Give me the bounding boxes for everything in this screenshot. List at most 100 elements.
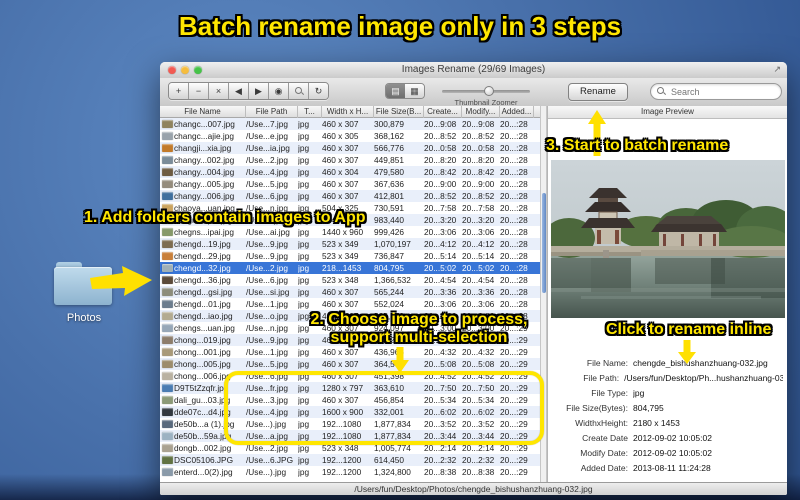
file-name-cell: enterd...0(2).jpg — [174, 467, 233, 477]
search-button[interactable] — [289, 83, 309, 99]
file-path-cell: /Use...9.jpg — [246, 335, 288, 345]
grid-view-button[interactable]: ▦ — [405, 84, 424, 98]
annotation-title: Batch rename image only in 3 steps — [178, 11, 622, 41]
preview-field[interactable]: File Type: jpg — [548, 386, 783, 401]
fullscreen-icon[interactable]: ↗ — [773, 64, 781, 75]
thumbnail-icon — [161, 324, 173, 332]
scrollbar-thumb[interactable] — [542, 193, 546, 293]
search-field[interactable] — [650, 83, 782, 100]
thumbnail-icon — [161, 240, 173, 248]
refresh-button[interactable]: ↻ — [309, 83, 328, 99]
column-header[interactable]: File Name — [160, 106, 246, 118]
modify-date-cell: 20...9:08 — [462, 119, 495, 129]
title-bar[interactable]: Images Rename (29/69 Images) ↗ — [160, 62, 787, 79]
next-button[interactable]: ▶ — [249, 83, 269, 99]
modify-date-cell: 20...5:08 — [462, 359, 495, 369]
column-header[interactable]: File Path — [246, 106, 298, 118]
table-row[interactable]: chengd...01.jpg/Use...1.jpg jpg 460 x 307 5… — [160, 298, 540, 310]
file-type-cell: jpg — [298, 251, 310, 261]
dimensions-cell: 460 x 307 — [322, 143, 359, 153]
table-row[interactable]: chengd...19.jpg/Use...9.jpg jpg 523 x 349 1… — [160, 238, 540, 250]
file-type-cell: jpg — [298, 143, 310, 153]
file-type-cell: jpg — [298, 239, 310, 249]
previous-button[interactable]: ◀ — [229, 83, 249, 99]
column-header[interactable]: Create... — [424, 106, 462, 118]
minimize-button[interactable] — [181, 66, 189, 74]
thumbnail-zoomer-slider[interactable] — [442, 86, 530, 96]
field-value: /Users/fun/Desktop/Ph...hushanzhuang-032… — [624, 373, 783, 383]
create-date-cell: 20...3:06 — [424, 299, 457, 309]
file-path-cell: /Use...o.jpg — [246, 311, 288, 321]
file-name-cell: chengd...gsi.jpg — [174, 287, 233, 297]
thumbnail-icon — [161, 132, 173, 140]
file-size-cell: 368,162 — [374, 131, 404, 141]
table-row[interactable]: enterd...0(2).jpg/Use...).jpg jpg 192...12… — [160, 466, 540, 478]
preview-field[interactable]: WidthxHeight: 2180 x 1453 — [548, 416, 783, 431]
table-row[interactable]: DSC05106.JPG/Use...6.JPG jpg 192...1200 614… — [160, 454, 540, 466]
preview-field[interactable]: Create Date 2012-09-02 10:05:02 — [548, 431, 783, 446]
preview-field[interactable]: Added Date: 2013-08-11 11:24:28 — [548, 461, 783, 476]
zoom-button[interactable] — [194, 66, 202, 74]
create-date-cell: 20...8:38 — [424, 467, 457, 477]
added-date-cell: 20...:28 — [500, 155, 528, 165]
create-date-cell: 20...9:00 — [424, 179, 457, 189]
table-row[interactable]: chong...001.jpg/Use...1.jpg jpg 460 x 307 4… — [160, 346, 540, 358]
preview-field[interactable]: File Name: chengde_bishushanzhuang-032.jp… — [548, 356, 783, 371]
column-header[interactable]: T... — [298, 106, 322, 118]
table-row[interactable]: chengd...36.jpg/Use...6.jpg jpg 523 x 348 1… — [160, 274, 540, 286]
search-input[interactable] — [669, 85, 777, 99]
create-date-cell: 20...0:58 — [424, 143, 457, 153]
file-info-fields: File Name: chengde_bishushanzhuang-032.jp… — [548, 356, 783, 476]
table-row[interactable]: changy...006.jpg/Use...6.jpg jpg 460 x 307… — [160, 190, 540, 202]
column-header[interactable]: Added... — [500, 106, 534, 118]
column-header[interactable]: Width x H... — [322, 106, 374, 118]
column-header[interactable]: Modify... — [462, 106, 500, 118]
table-row[interactable]: chong...005.jpg/Use...5.jpg jpg 460 x 307 3… — [160, 358, 540, 370]
file-path-cell: /Use...si.jpg — [246, 287, 290, 297]
file-type-cell: jpg — [298, 347, 310, 357]
file-type-cell: jpg — [298, 299, 310, 309]
close-button[interactable] — [168, 66, 176, 74]
preview-eye-button[interactable]: ◉ — [269, 83, 289, 99]
slider-knob[interactable] — [484, 86, 494, 96]
column-header[interactable]: File Size(B... — [374, 106, 424, 118]
preview-field[interactable]: File Size(Bytes): 804,795 — [548, 401, 783, 416]
annotation-step3: 3. Start to batch rename — [546, 137, 729, 154]
file-size-cell: 565,244 — [374, 287, 404, 297]
file-size-cell: 614,450 — [374, 455, 404, 465]
modify-date-cell: 20...4:12 — [462, 239, 495, 249]
list-view-button[interactable]: ▤ — [386, 84, 405, 98]
added-date-cell: 20...:28 — [500, 143, 528, 153]
thumbnail-icon — [161, 144, 173, 152]
file-name-cell: changy...006.jpg — [174, 191, 235, 201]
thumbnail-icon — [161, 432, 173, 440]
add-button[interactable]: + — [169, 83, 189, 99]
table-row[interactable]: changc...ajie.jpg/Use...e.jpg jpg 460 x 30… — [160, 130, 540, 142]
delete-button[interactable]: × — [209, 83, 229, 99]
file-name-cell: chong...019.jpg — [174, 335, 231, 345]
table-row[interactable]: changy...005.jpg/Use...5.jpg jpg 460 x 307… — [160, 178, 540, 190]
modify-date-cell: 20...9:00 — [462, 179, 495, 189]
dimensions-cell: 218...1453 — [322, 263, 362, 273]
table-row[interactable]: changy...004.jpg/Use...4.jpg jpg 460 x 304… — [160, 166, 540, 178]
table-row[interactable]: chengd...29.jpg/Use...9.jpg jpg 523 x 349 7… — [160, 250, 540, 262]
table-row[interactable]: chengd...gsi.jpg/Use...si.jpg jpg 460 x 30… — [160, 286, 540, 298]
field-label: Added Date: — [580, 463, 628, 473]
thumbnail-icon — [161, 312, 173, 320]
file-name-cell: chong...001.jpg — [174, 347, 231, 357]
file-name-cell: chengs...uan.jpg — [174, 323, 235, 333]
field-label: WidthxHeight: — [575, 418, 628, 428]
remove-button[interactable]: − — [189, 83, 209, 99]
dimensions-cell: 460 x 307 — [322, 119, 359, 129]
table-row[interactable]: changji...xia.jpg/Use...ia.jpg jpg 460 x 3… — [160, 142, 540, 154]
preview-field[interactable]: Modify Date: 2012-09-02 10:05:02 — [548, 446, 783, 461]
rename-button[interactable]: Rename — [568, 83, 628, 101]
thumbnail-icon — [161, 192, 173, 200]
preview-field[interactable]: File Path: /Users/fun/Desktop/Ph...hushan… — [548, 371, 783, 386]
table-row[interactable]: changy...002.jpg/Use...2.jpg jpg 460 x 307… — [160, 154, 540, 166]
table-row[interactable]: chengd...32.jpg/Use...2.jpg jpg 218...1453… — [160, 262, 540, 274]
table-row[interactable]: chegns...ipai.jpg/Use...ai.jpg jpg 1440 x … — [160, 226, 540, 238]
added-date-cell: 20...:28 — [500, 239, 528, 249]
create-date-cell: 20...9:08 — [424, 119, 457, 129]
table-row[interactable]: changc...007.jpg/Use...7.jpg jpg 460 x 307… — [160, 118, 540, 130]
